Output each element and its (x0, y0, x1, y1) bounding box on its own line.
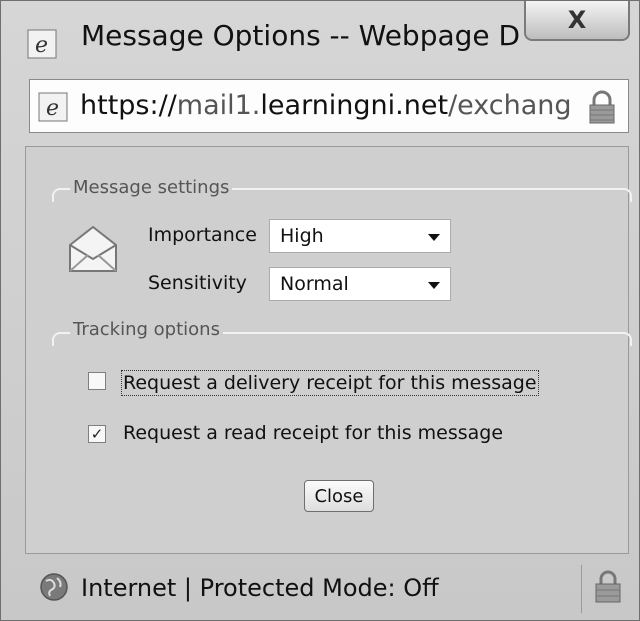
read-receipt-checkbox[interactable]: ✓ (88, 425, 106, 443)
status-divider (581, 565, 582, 613)
chevron-down-icon (428, 282, 440, 289)
close-button[interactable]: Close (304, 480, 374, 512)
ie-icon: e (27, 29, 57, 59)
title-bar: e Message Options -- Webpage D... X (1, 1, 639, 69)
lock-icon[interactable] (586, 90, 618, 124)
read-receipt-label[interactable]: Request a read receipt for this message (123, 422, 503, 444)
importance-label: Importance (148, 224, 257, 246)
lock-icon[interactable] (593, 569, 623, 603)
url-protocol: https:// (80, 90, 177, 121)
address-bar[interactable]: e https://mail1.learningni.net/exchang (29, 79, 629, 133)
status-text: Internet | Protected Mode: Off (81, 574, 439, 602)
sensitivity-label: Sensitivity (148, 272, 247, 294)
url-host-prefix: mail1. (176, 90, 261, 121)
sensitivity-select[interactable]: Normal (269, 267, 451, 301)
delivery-receipt-checkbox[interactable] (88, 372, 106, 390)
message-settings-label: Message settings (70, 177, 233, 198)
window-close-button[interactable]: X (524, 1, 630, 41)
svg-text:e: e (46, 96, 59, 121)
url-domain: learningni.net (260, 90, 449, 121)
importance-value: High (280, 225, 324, 247)
message-options-panel: Message settings Importance High Sensiti… (25, 146, 632, 554)
envelope-icon (69, 225, 117, 272)
message-options-window: e Message Options -- Webpage D... X e ht… (0, 0, 640, 621)
globe-icon (40, 573, 68, 601)
delivery-receipt-label[interactable]: Request a delivery receipt for this mess… (121, 370, 539, 396)
tracking-options-label: Tracking options (70, 319, 223, 340)
window-title: Message Options -- Webpage D... (81, 19, 521, 52)
sensitivity-value: Normal (280, 273, 349, 295)
address-url: https://mail1.learningni.net/exchang (80, 90, 580, 121)
chevron-down-icon (428, 234, 440, 241)
url-path: /exchang (448, 90, 572, 121)
status-bar: Internet | Protected Mode: Off (25, 557, 629, 619)
ie-icon: e (38, 92, 68, 122)
importance-select[interactable]: High (269, 219, 451, 253)
svg-text:e: e (35, 33, 48, 58)
